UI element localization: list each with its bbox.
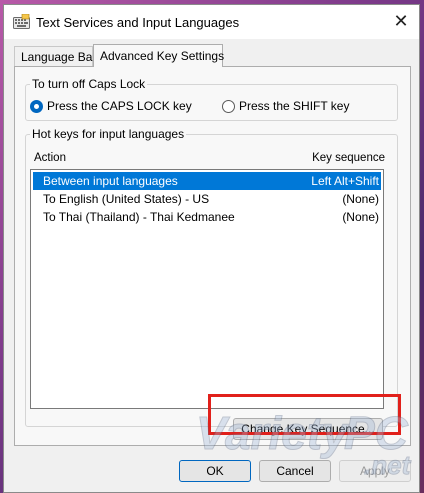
radio-caps-lock-label: Press the CAPS LOCK key [47,99,192,113]
column-header-key-sequence: Key sequence [312,152,385,164]
hotkeys-group: Hot keys for input languages Action Key … [25,127,398,440]
radio-shift-key[interactable]: Press the SHIFT key [222,99,349,113]
close-icon: ✕ [393,10,409,31]
list-item[interactable]: Between input languages Left Alt+Shift [33,172,381,190]
keyboard-icon [13,14,30,29]
column-header-action: Action [34,152,66,164]
radio-checked-icon[interactable] [30,99,43,113]
radio-shift-label: Press the SHIFT key [239,99,350,113]
radio-caps-lock-key[interactable]: Press the CAPS LOCK key [30,99,192,113]
list-item-key-sequence: Left Alt+Shift [311,174,379,188]
cancel-button[interactable]: Cancel [259,460,331,482]
list-item-key-sequence: (None) [342,192,379,206]
change-key-sequence-button[interactable]: Change Key Sequence... [233,418,383,440]
radio-unchecked-icon[interactable] [222,99,235,113]
title-bar[interactable]: Text Services and Input Languages ✕ [4,5,419,39]
hotkeys-list[interactable]: Between input languages Left Alt+Shift T… [30,169,384,409]
close-button[interactable]: ✕ [383,5,419,37]
advanced-key-settings-panel: To turn off Caps Lock Press the CAPS LOC… [14,66,411,446]
list-item-key-sequence: (None) [342,210,379,224]
ok-button[interactable]: OK [179,460,251,482]
list-item-action: To English (United States) - US [43,192,210,206]
list-item[interactable]: To Thai (Thailand) - Thai Kedmanee (None… [33,208,381,226]
apply-button: Apply [339,460,411,482]
list-item-action: Between input languages [43,174,178,188]
list-item-action: To Thai (Thailand) - Thai Kedmanee [43,210,235,224]
hotkeys-group-label: Hot keys for input languages [32,127,185,141]
tab-advanced-key-settings[interactable]: Advanced Key Settings [93,44,224,67]
list-item[interactable]: To English (United States) - US (None) [33,190,381,208]
text-services-dialog: Text Services and Input Languages ✕ Lang… [3,4,420,493]
tab-language-bar[interactable]: Language Bar [14,46,96,66]
caps-lock-group-label: To turn off Caps Lock [32,77,146,91]
window-title: Text Services and Input Languages [36,15,240,30]
